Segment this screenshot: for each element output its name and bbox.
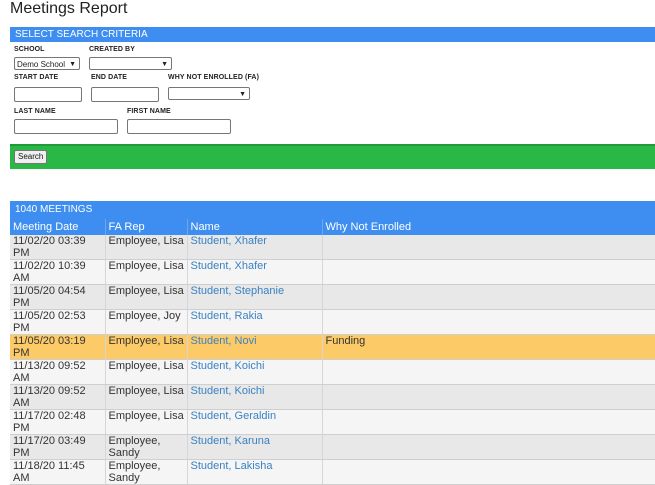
meeting-date-cell: 11/17/20 03:49 PM <box>10 434 106 460</box>
meetings-table: Meeting Date FA Rep Name Why Not Enrolle… <box>10 219 655 485</box>
page-title: Meetings Report <box>10 0 128 17</box>
why-not-enrolled-label: WHY NOT ENROLLED (FA) <box>168 74 260 81</box>
meeting-date-cell: 11/02/20 03:39 PM <box>10 235 106 260</box>
school-select[interactable]: Demo School ▼ <box>14 57 80 70</box>
chevron-down-icon: ▼ <box>69 61 76 68</box>
why-not-enrolled-cell <box>322 284 655 310</box>
table-row: 11/17/20 02:48 PM Employee, Lisa Student, … <box>10 409 655 435</box>
student-name-link[interactable]: Student, Koichi <box>187 359 323 385</box>
student-name-link[interactable]: Student, Koichi <box>187 384 323 410</box>
student-name-link[interactable]: Student, Xhafer <box>187 259 323 285</box>
results-header: 1040 MEETINGS <box>10 201 655 219</box>
why-not-enrolled-cell <box>322 409 655 435</box>
start-date-input[interactable] <box>14 87 82 102</box>
created-by-label: CREATED BY <box>89 46 135 53</box>
fa-rep-cell: Employee, Sandy <box>105 459 188 485</box>
end-date-input[interactable] <box>91 87 159 102</box>
table-row: 11/05/20 02:53 PM Employee, Joy Student, R… <box>10 309 655 335</box>
meeting-date-cell: 11/18/20 11:45 AM <box>10 459 106 485</box>
student-name-link[interactable]: Student, Rakia <box>187 309 323 335</box>
search-bar: Search <box>10 144 655 169</box>
student-name-link[interactable]: Student, Xhafer <box>187 235 323 260</box>
last-name-label: LAST NAME <box>14 108 56 115</box>
meeting-date-cell: 11/05/20 04:54 PM <box>10 284 106 310</box>
table-row: 11/13/20 09:52 AM Employee, Lisa Student, … <box>10 384 655 410</box>
meeting-date-cell: 11/02/20 10:39 AM <box>10 259 106 285</box>
results-count-label: 1040 MEETINGS <box>15 204 93 215</box>
chevron-down-icon: ▼ <box>239 91 246 98</box>
why-not-enrolled-cell <box>322 309 655 335</box>
why-not-enrolled-cell: Funding <box>322 334 655 360</box>
table-row: 11/05/20 03:19 PM Employee, Lisa Student, … <box>10 334 655 360</box>
student-name-link[interactable]: Student, Lakisha <box>187 459 323 485</box>
fa-rep-cell: Employee, Lisa <box>105 409 188 435</box>
why-not-enrolled-cell <box>322 434 655 460</box>
chevron-down-icon: ▼ <box>161 61 168 68</box>
last-name-input[interactable] <box>14 119 118 134</box>
table-row: 11/02/20 10:39 AM Employee, Lisa Student, … <box>10 259 655 285</box>
column-header-meeting-date[interactable]: Meeting Date <box>10 219 106 235</box>
fa-rep-cell: Employee, Lisa <box>105 284 188 310</box>
search-button[interactable]: Search <box>14 150 48 164</box>
first-name-input[interactable] <box>127 119 231 134</box>
why-not-enrolled-cell <box>322 259 655 285</box>
table-row: 11/02/20 03:39 PM Employee, Lisa Student, … <box>10 235 655 260</box>
student-name-link[interactable]: Student, Karuna <box>187 434 323 460</box>
student-name-link[interactable]: Student, Geraldin <box>187 409 323 435</box>
table-row: 11/17/20 03:49 PM Employee, Sandy Student,… <box>10 434 655 460</box>
why-not-enrolled-cell <box>322 459 655 485</box>
student-name-link[interactable]: Student, Stephanie <box>187 284 323 310</box>
school-label: SCHOOL <box>14 46 45 53</box>
end-date-label: END DATE <box>91 74 128 81</box>
meeting-date-cell: 11/13/20 09:52 AM <box>10 359 106 385</box>
fa-rep-cell: Employee, Lisa <box>105 334 188 360</box>
criteria-header-label: SELECT SEARCH CRITERIA <box>15 29 148 40</box>
created-by-select[interactable]: ▼ <box>89 57 172 70</box>
meetings-table-body: 11/02/20 03:39 PM Employee, Lisa Student, … <box>10 235 655 485</box>
fa-rep-cell: Employee, Lisa <box>105 384 188 410</box>
table-row: 11/13/20 09:52 AM Employee, Lisa Student, … <box>10 359 655 385</box>
start-date-label: START DATE <box>14 74 59 81</box>
column-header-fa-rep[interactable]: FA Rep <box>105 219 188 235</box>
column-header-why-not-enrolled[interactable]: Why Not Enrolled <box>322 219 655 235</box>
fa-rep-cell: Employee, Sandy <box>105 434 188 460</box>
fa-rep-cell: Employee, Joy <box>105 309 188 335</box>
school-select-value: Demo School <box>17 60 66 69</box>
meeting-date-cell: 11/05/20 03:19 PM <box>10 334 106 360</box>
why-not-enrolled-select[interactable]: ▼ <box>168 87 250 100</box>
fa-rep-cell: Employee, Lisa <box>105 235 188 260</box>
first-name-label: FIRST NAME <box>127 108 171 115</box>
table-row: 11/05/20 04:54 PM Employee, Lisa Student, … <box>10 284 655 310</box>
student-name-link[interactable]: Student, Novi <box>187 334 323 360</box>
fa-rep-cell: Employee, Lisa <box>105 359 188 385</box>
why-not-enrolled-cell <box>322 235 655 260</box>
criteria-header: SELECT SEARCH CRITERIA <box>10 27 655 42</box>
criteria-panel: SCHOOL Demo School ▼ CREATED BY ▼ START … <box>10 42 655 144</box>
why-not-enrolled-cell <box>322 359 655 385</box>
fa-rep-cell: Employee, Lisa <box>105 259 188 285</box>
meeting-date-cell: 11/13/20 09:52 AM <box>10 384 106 410</box>
table-row: 11/18/20 11:45 AM Employee, Sandy Student,… <box>10 459 655 485</box>
meeting-date-cell: 11/17/20 02:48 PM <box>10 409 106 435</box>
why-not-enrolled-cell <box>322 384 655 410</box>
column-header-name[interactable]: Name <box>187 219 323 235</box>
table-header-row: Meeting Date FA Rep Name Why Not Enrolle… <box>10 219 655 235</box>
meeting-date-cell: 11/05/20 02:53 PM <box>10 309 106 335</box>
